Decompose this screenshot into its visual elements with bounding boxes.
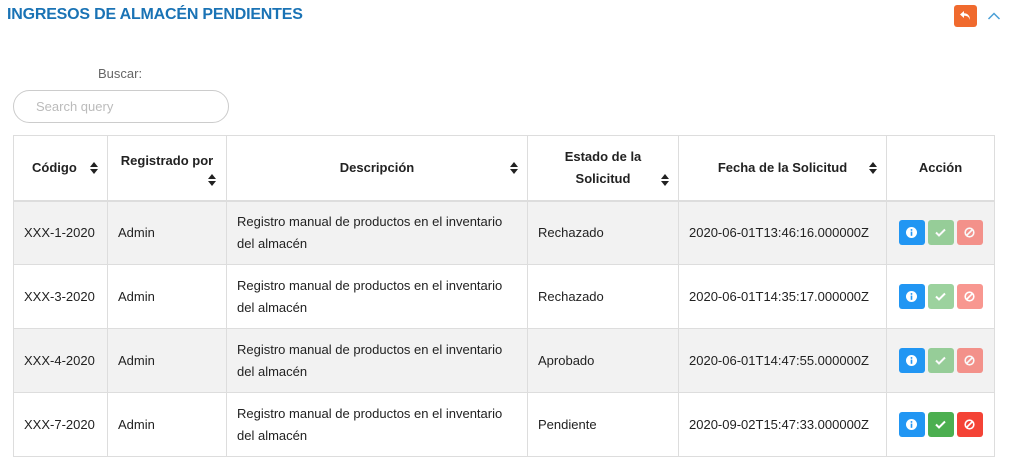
reject-button[interactable] — [956, 348, 983, 373]
sort-icon — [208, 173, 216, 186]
cell-fecha: 2020-06-01T13:46:16.000000Z — [678, 200, 887, 265]
cell-codigo: XXX-4-2020 — [13, 328, 108, 393]
description-line: del almacén — [237, 299, 308, 315]
cell-fecha: 2020-06-01T14:47:55.000000Z — [678, 328, 887, 393]
sort-icon — [510, 161, 518, 174]
ban-icon — [964, 355, 975, 366]
table-row: XXX-3-2020 Admin Registro manual de prod… — [13, 264, 995, 329]
cell-acciones — [886, 328, 995, 393]
column-header-descripcion[interactable]: Descripción — [226, 135, 528, 202]
table-row: XXX-7-2020 Admin Registro manual de prod… — [13, 392, 995, 457]
table-row: XXX-4-2020 Admin Registro manual de prod… — [13, 328, 995, 393]
cell-acciones — [886, 264, 995, 329]
approve-button[interactable] — [927, 284, 954, 309]
sort-icon — [661, 173, 669, 186]
cell-estado: Rechazado — [527, 264, 679, 329]
cell-estado: Pendiente — [527, 392, 679, 457]
cell-descripcion: Registro manual de productos en el inven… — [226, 264, 528, 329]
column-header-fecha[interactable]: Fecha de la Solicitud — [678, 135, 887, 202]
ban-icon — [964, 419, 975, 430]
info-icon — [906, 227, 917, 239]
column-label: Acción — [918, 159, 963, 175]
column-label: Solicitud — [575, 170, 631, 186]
cell-acciones — [886, 200, 995, 265]
cell-descripcion: Registro manual de productos en el inven… — [226, 392, 528, 457]
cell-registrado: Admin — [107, 392, 227, 457]
column-label: Fecha de la Solicitud — [717, 159, 848, 175]
cell-acciones — [886, 392, 995, 457]
cell-estado: Rechazado — [527, 200, 679, 265]
column-label: Descripción — [339, 159, 415, 175]
panel-header: INGRESOS DE ALMACÉN PENDIENTES — [0, 0, 1009, 34]
approve-button[interactable] — [927, 412, 954, 437]
cell-descripcion: Registro manual de productos en el inven… — [226, 200, 528, 265]
column-label: Código — [32, 159, 77, 175]
check-icon — [935, 420, 946, 429]
description-line: Registro manual de productos en el inven… — [237, 405, 503, 421]
cell-descripcion: Registro manual de productos en el inven… — [226, 328, 528, 393]
description-line: Registro manual de productos en el inven… — [237, 341, 503, 357]
cell-fecha: 2020-06-01T14:35:17.000000Z — [678, 264, 887, 329]
undo-icon — [960, 11, 970, 20]
description-line: del almacén — [237, 363, 308, 379]
approve-button[interactable] — [927, 348, 954, 373]
cell-fecha: 2020-09-02T15:47:33.000000Z — [678, 392, 887, 457]
search-label: Buscar: — [98, 66, 143, 81]
info-icon — [906, 291, 917, 302]
sort-icon — [90, 161, 98, 174]
column-header-estado[interactable]: Estado de la Solicitud — [527, 135, 679, 202]
table-header-row: Código Registrado por Descripción Estado… — [13, 135, 995, 202]
ban-icon — [964, 227, 975, 238]
requests-table: Código Registrado por Descripción Estado… — [13, 135, 995, 457]
info-button[interactable] — [898, 220, 925, 246]
ban-icon — [964, 291, 975, 302]
sort-icon — [869, 161, 877, 174]
description-line: del almacén — [237, 427, 308, 443]
check-icon — [935, 356, 946, 365]
search-input[interactable] — [13, 90, 229, 123]
info-button[interactable] — [898, 348, 925, 373]
approve-button[interactable] — [927, 220, 954, 246]
info-icon — [906, 355, 917, 366]
check-icon — [935, 229, 946, 238]
info-button[interactable] — [898, 412, 925, 437]
chevron-up-icon — [987, 12, 1001, 20]
reject-button[interactable] — [956, 412, 983, 437]
cell-estado: Aprobado — [527, 328, 679, 393]
cell-registrado: Admin — [107, 328, 227, 393]
back-button[interactable] — [954, 5, 977, 27]
reject-button[interactable] — [956, 284, 983, 309]
cell-codigo: XXX-1-2020 — [13, 200, 108, 265]
column-label: Registrado por — [120, 153, 214, 168]
info-icon — [906, 419, 917, 430]
description-line: del almacén — [237, 235, 308, 251]
cell-registrado: Admin — [107, 264, 227, 329]
reject-button[interactable] — [956, 220, 983, 246]
collapse-button[interactable] — [986, 8, 1002, 24]
column-header-registrado[interactable]: Registrado por — [107, 135, 227, 202]
check-icon — [935, 292, 946, 301]
info-button[interactable] — [898, 284, 925, 309]
column-header-codigo[interactable]: Código — [13, 135, 108, 202]
column-label: Estado de la — [564, 148, 642, 164]
cell-codigo: XXX-7-2020 — [13, 392, 108, 457]
description-line: Registro manual de productos en el inven… — [237, 213, 503, 229]
page-title: INGRESOS DE ALMACÉN PENDIENTES — [7, 6, 303, 23]
cell-registrado: Admin — [107, 200, 227, 265]
table-row: XXX-1-2020 Admin Registro manual de prod… — [13, 200, 995, 265]
cell-codigo: XXX-3-2020 — [13, 264, 108, 329]
column-header-accion: Acción — [886, 135, 995, 202]
description-line: Registro manual de productos en el inven… — [237, 277, 503, 293]
